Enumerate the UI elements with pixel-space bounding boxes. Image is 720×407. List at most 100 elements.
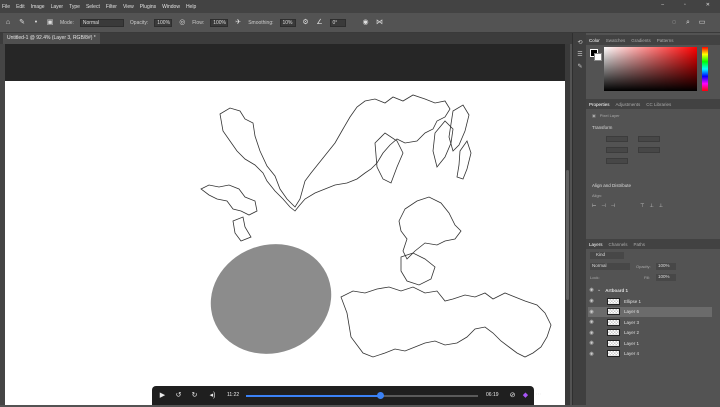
workspace-icon[interactable]: ▭ [698,19,706,27]
visibility-eye-icon[interactable]: ◉ [588,340,595,346]
visibility-eye-icon[interactable]: ◉ [588,309,595,315]
share-icon[interactable]: ◌ [670,19,678,27]
minimize-icon[interactable]: – [661,2,664,8]
ellipse-shape[interactable] [195,227,347,370]
visibility-eye-icon[interactable]: ◉ [588,319,595,325]
history-icon[interactable]: ⟲ [576,39,584,47]
play-icon[interactable]: ▶ [158,391,167,399]
layer-row[interactable]: ◉ Layer 3 [588,317,712,327]
menu-help[interactable]: Help [186,4,196,10]
layer-row[interactable]: ◉ Layer 2 [588,328,712,338]
angle-field[interactable]: 0° [329,18,346,27]
menu-file[interactable]: File [2,4,10,10]
align-hcenter-icon[interactable]: ⊣ [601,203,605,209]
pressure-opacity-icon[interactable]: ◎ [178,19,186,27]
menu-filter[interactable]: Filter [106,4,117,10]
align-top-icon[interactable]: ⊤ [640,203,644,209]
layer-row[interactable]: ◉ Ellipse 1 [588,296,712,306]
layer-row[interactable]: ◉ Layer 1 [588,338,712,348]
tab-patterns[interactable]: Patterns [657,38,674,43]
layer-name: Ellipse 1 [624,298,642,304]
flow-field[interactable]: 100% [210,18,229,27]
transform-header[interactable]: Transform [592,125,612,130]
chevron-down-icon[interactable]: ⌄ [597,287,601,293]
duration: 06:19 [486,392,499,398]
tab-channels[interactable]: Channels [609,242,628,247]
forward-icon[interactable]: ↻ [190,391,199,399]
search-icon[interactable]: ⌕ [684,19,692,27]
align-left-icon[interactable]: ⊢ [592,203,596,209]
extension-icon[interactable]: ◆ [521,391,530,399]
blend-mode-select[interactable]: Normal [590,263,630,270]
tab-layers[interactable]: Layers [589,242,603,247]
background-swatch[interactable] [594,53,602,61]
properties-icon[interactable]: ☰ [576,51,584,59]
tab-properties[interactable]: Properties [589,102,610,107]
transform-h-field[interactable] [638,136,660,142]
brush-tool-icon[interactable]: ✎ [18,19,26,27]
transform-angle-field[interactable] [606,158,628,164]
canvas[interactable] [5,81,565,405]
pressure-size-icon[interactable]: ◉ [362,19,370,27]
tab-paths[interactable]: Paths [634,242,646,247]
document-tab[interactable]: Untitled-1 @ 92.4% (Layer 3, RGB/8#) * [3,33,100,44]
hue-slider[interactable] [702,47,708,91]
align-buttons: ⊢ ⊣ ⊣ ⊤ ⊥ ⊥ [592,203,663,209]
tab-adjustments[interactable]: Adjustments [616,102,641,107]
maximize-icon[interactable]: ▫ [684,2,686,8]
brush-settings-icon[interactable]: ▣ [46,19,54,27]
brush-preset-icon[interactable]: • [32,19,40,27]
menu-select[interactable]: Select [86,4,100,10]
menu-type[interactable]: Type [69,4,80,10]
airbrush-icon[interactable]: ✈ [234,19,242,27]
tab-color[interactable]: Color [589,38,600,43]
tab-gradients[interactable]: Gradients [631,38,651,43]
gear-icon[interactable]: ⚙ [302,19,310,27]
lock-label: Lock: [590,275,600,280]
layer-name: Layer 1 [624,340,640,346]
color-field[interactable] [604,47,697,91]
menu-window[interactable]: Window [162,4,180,10]
menu-image[interactable]: Image [31,4,45,10]
align-header[interactable]: Align and Distribute [592,183,631,188]
close-icon[interactable]: ✕ [706,2,710,8]
menu-layer[interactable]: Layer [51,4,64,10]
mode-select[interactable]: Normal [79,18,124,27]
visibility-eye-icon[interactable]: ◉ [588,351,595,357]
rewind-icon[interactable]: ↺ [174,391,183,399]
volume-icon[interactable]: ◂) [208,391,217,399]
menu-view[interactable]: View [123,4,134,10]
align-bottom-icon[interactable]: ⊥ [659,203,663,209]
layer-row[interactable]: ◉ Layer 6 [588,306,712,317]
transform-x-field[interactable] [606,147,628,153]
align-sub-label: Align: [592,193,603,198]
progress-fill [246,395,381,397]
filter-label: Kind [596,252,606,257]
visibility-eye-icon[interactable]: ◉ [588,298,595,304]
opacity-field[interactable]: 100% [154,18,173,27]
progress-knob[interactable] [377,392,385,399]
home-icon[interactable]: ⌂ [4,19,12,27]
transform-w-field[interactable] [606,136,628,142]
symmetry-icon[interactable]: ⋈ [376,19,384,27]
align-vcenter-icon[interactable]: ⊥ [649,203,653,209]
align-right-icon[interactable]: ⊣ [611,203,615,209]
menu-plugins[interactable]: Plugins [140,4,156,10]
fill-field[interactable]: 100% [656,274,676,281]
window-controls: – ▫ ✕ [661,2,716,8]
scrollbar-thumb[interactable] [566,170,569,300]
more-icon[interactable]: ⋯ [534,391,543,398]
layers-opacity-field[interactable]: 100% [656,263,676,270]
captions-off-icon[interactable]: ⊘ [508,391,517,399]
smoothing-field[interactable]: 10% [279,18,296,27]
artboard-row[interactable]: ◉ ⌄ Artboard 1 [588,285,712,295]
visibility-eye-icon[interactable]: ◉ [588,330,595,336]
layer-filter-select[interactable]: Kind [590,252,624,259]
transform-y-field[interactable] [638,147,660,153]
tab-swatches[interactable]: Swatches [606,38,626,43]
menu-edit[interactable]: Edit [16,4,25,10]
tab-cc-libraries[interactable]: CC Libraries [646,102,671,107]
visibility-eye-icon[interactable]: ◉ [588,287,595,293]
layer-row[interactable]: ◉ Layer 4 [588,349,712,359]
brush-panel-icon[interactable]: ✎ [576,63,584,71]
